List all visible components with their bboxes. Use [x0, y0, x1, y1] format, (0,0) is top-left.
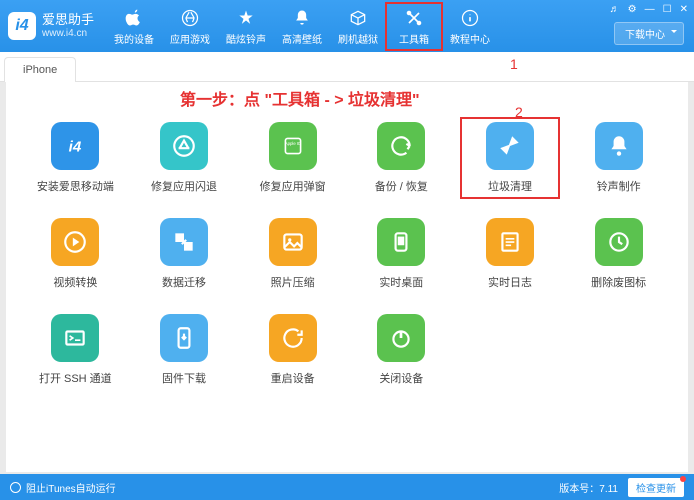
nav-label: 酷炫铃声 [226, 31, 266, 46]
tool-log[interactable]: 实时日志 [465, 218, 556, 290]
tool-restart[interactable]: 重启设备 [247, 314, 338, 386]
tool-poweroff[interactable]: 关闭设备 [356, 314, 447, 386]
win-speaker-icon[interactable]: ♬ [610, 4, 620, 15]
svg-text:i4: i4 [69, 138, 82, 155]
step-marker-2: 2 [515, 104, 523, 120]
play-icon [51, 218, 99, 266]
nav-tools[interactable]: 工具箱 [386, 3, 442, 50]
win-max-icon[interactable]: ☐ [663, 4, 672, 15]
nav-label: 应用游戏 [170, 31, 210, 46]
bell2-icon [595, 122, 643, 170]
tool-screen[interactable]: 实时桌面 [356, 218, 447, 290]
tool-firmware[interactable]: 固件下载 [139, 314, 230, 386]
tool-photo[interactable]: 照片压缩 [247, 218, 338, 290]
tool-label: 删除废图标 [591, 274, 646, 290]
tool-appleid[interactable]: Apple ID 修复应用弹窗 [247, 122, 338, 194]
apps-icon [179, 7, 201, 29]
tool-appstore[interactable]: 修复应用闪退 [139, 122, 230, 194]
app-name: 爱思助手 [42, 13, 94, 27]
nav-label: 工具箱 [399, 31, 429, 46]
log-icon [486, 218, 534, 266]
tool-label: 实时桌面 [379, 274, 423, 290]
nav-apps[interactable]: 应用游戏 [162, 3, 218, 50]
tool-label: 视频转换 [53, 274, 97, 290]
block-itunes-toggle[interactable]: 阻止iTunes自动运行 [10, 480, 116, 495]
broom-icon [486, 122, 534, 170]
appstore-icon [160, 122, 208, 170]
music-icon [235, 7, 257, 29]
restart-icon [269, 314, 317, 362]
tool-label: 关闭设备 [379, 370, 423, 386]
tool-i4[interactable]: i4 安装爱思移动端 [30, 122, 121, 194]
tab-iphone[interactable]: iPhone [4, 57, 76, 82]
step-marker-1: 1 [510, 56, 518, 72]
tool-label: 实时日志 [488, 274, 532, 290]
tool-label: 固件下载 [162, 370, 206, 386]
photo-icon [269, 218, 317, 266]
tool-label: 数据迁移 [162, 274, 206, 290]
bell-icon [291, 7, 313, 29]
poweroff-icon [377, 314, 425, 362]
tool-sync[interactable]: 备份 / 恢复 [356, 122, 447, 194]
check-update-button[interactable]: 检查更新 [628, 478, 684, 497]
firmware-icon [160, 314, 208, 362]
tool-label: 修复应用闪退 [151, 178, 217, 194]
svg-text:Apple ID: Apple ID [284, 141, 301, 146]
tool-delicon[interactable]: 删除废图标 [573, 218, 664, 290]
nav-label: 刷机越狱 [338, 31, 378, 46]
tool-play[interactable]: 视频转换 [30, 218, 121, 290]
app-logo: i4 爱思助手 www.i4.cn [8, 12, 94, 40]
nav-label: 我的设备 [114, 31, 154, 46]
tool-label: 修复应用弹窗 [260, 178, 326, 194]
nav-box[interactable]: 刷机越狱 [330, 3, 386, 50]
apple-icon [123, 7, 145, 29]
sync-icon [377, 122, 425, 170]
delicon-icon [595, 218, 643, 266]
nav-apple[interactable]: 我的设备 [106, 3, 162, 50]
tool-label: 备份 / 恢复 [375, 178, 428, 194]
ssh-icon [51, 314, 99, 362]
instruction-text: 第一步：点 "工具箱 - > 垃圾清理" [180, 86, 420, 110]
win-min-icon[interactable]: — [645, 4, 655, 15]
nav-bell[interactable]: 高清壁纸 [274, 3, 330, 50]
box-icon [347, 7, 369, 29]
tool-label: 安装爱思移动端 [37, 178, 114, 194]
tool-broom[interactable]: 垃圾清理 [465, 122, 556, 194]
tool-ssh[interactable]: 打开 SSH 通道 [30, 314, 121, 386]
screen-icon [377, 218, 425, 266]
migrate-icon [160, 218, 208, 266]
version-text: 版本号：7.11 [559, 480, 618, 495]
info-icon [459, 7, 481, 29]
tool-label: 重启设备 [271, 370, 315, 386]
nav-info[interactable]: 教程中心 [442, 3, 498, 50]
logo-badge: i4 [8, 12, 36, 40]
i4-icon: i4 [51, 122, 99, 170]
app-url: www.i4.cn [42, 28, 94, 39]
tool-label: 打开 SSH 通道 [39, 370, 112, 386]
nav-label: 教程中心 [450, 31, 490, 46]
download-center-button[interactable]: 下载中心 [614, 22, 684, 45]
nav-label: 高清壁纸 [282, 31, 322, 46]
tool-bell2[interactable]: 铃声制作 [573, 122, 664, 194]
block-itunes-label: 阻止iTunes自动运行 [26, 480, 116, 495]
tool-label: 照片压缩 [271, 274, 315, 290]
appleid-icon: Apple ID [269, 122, 317, 170]
radio-icon [10, 482, 21, 493]
tools-icon [403, 7, 425, 29]
win-close-icon[interactable]: ✕ [680, 4, 688, 15]
tool-migrate[interactable]: 数据迁移 [139, 218, 230, 290]
tool-label: 铃声制作 [597, 178, 641, 194]
nav-music[interactable]: 酷炫铃声 [218, 3, 274, 50]
win-settings-icon[interactable]: ⚙ [628, 4, 637, 15]
tool-label: 垃圾清理 [488, 178, 532, 194]
